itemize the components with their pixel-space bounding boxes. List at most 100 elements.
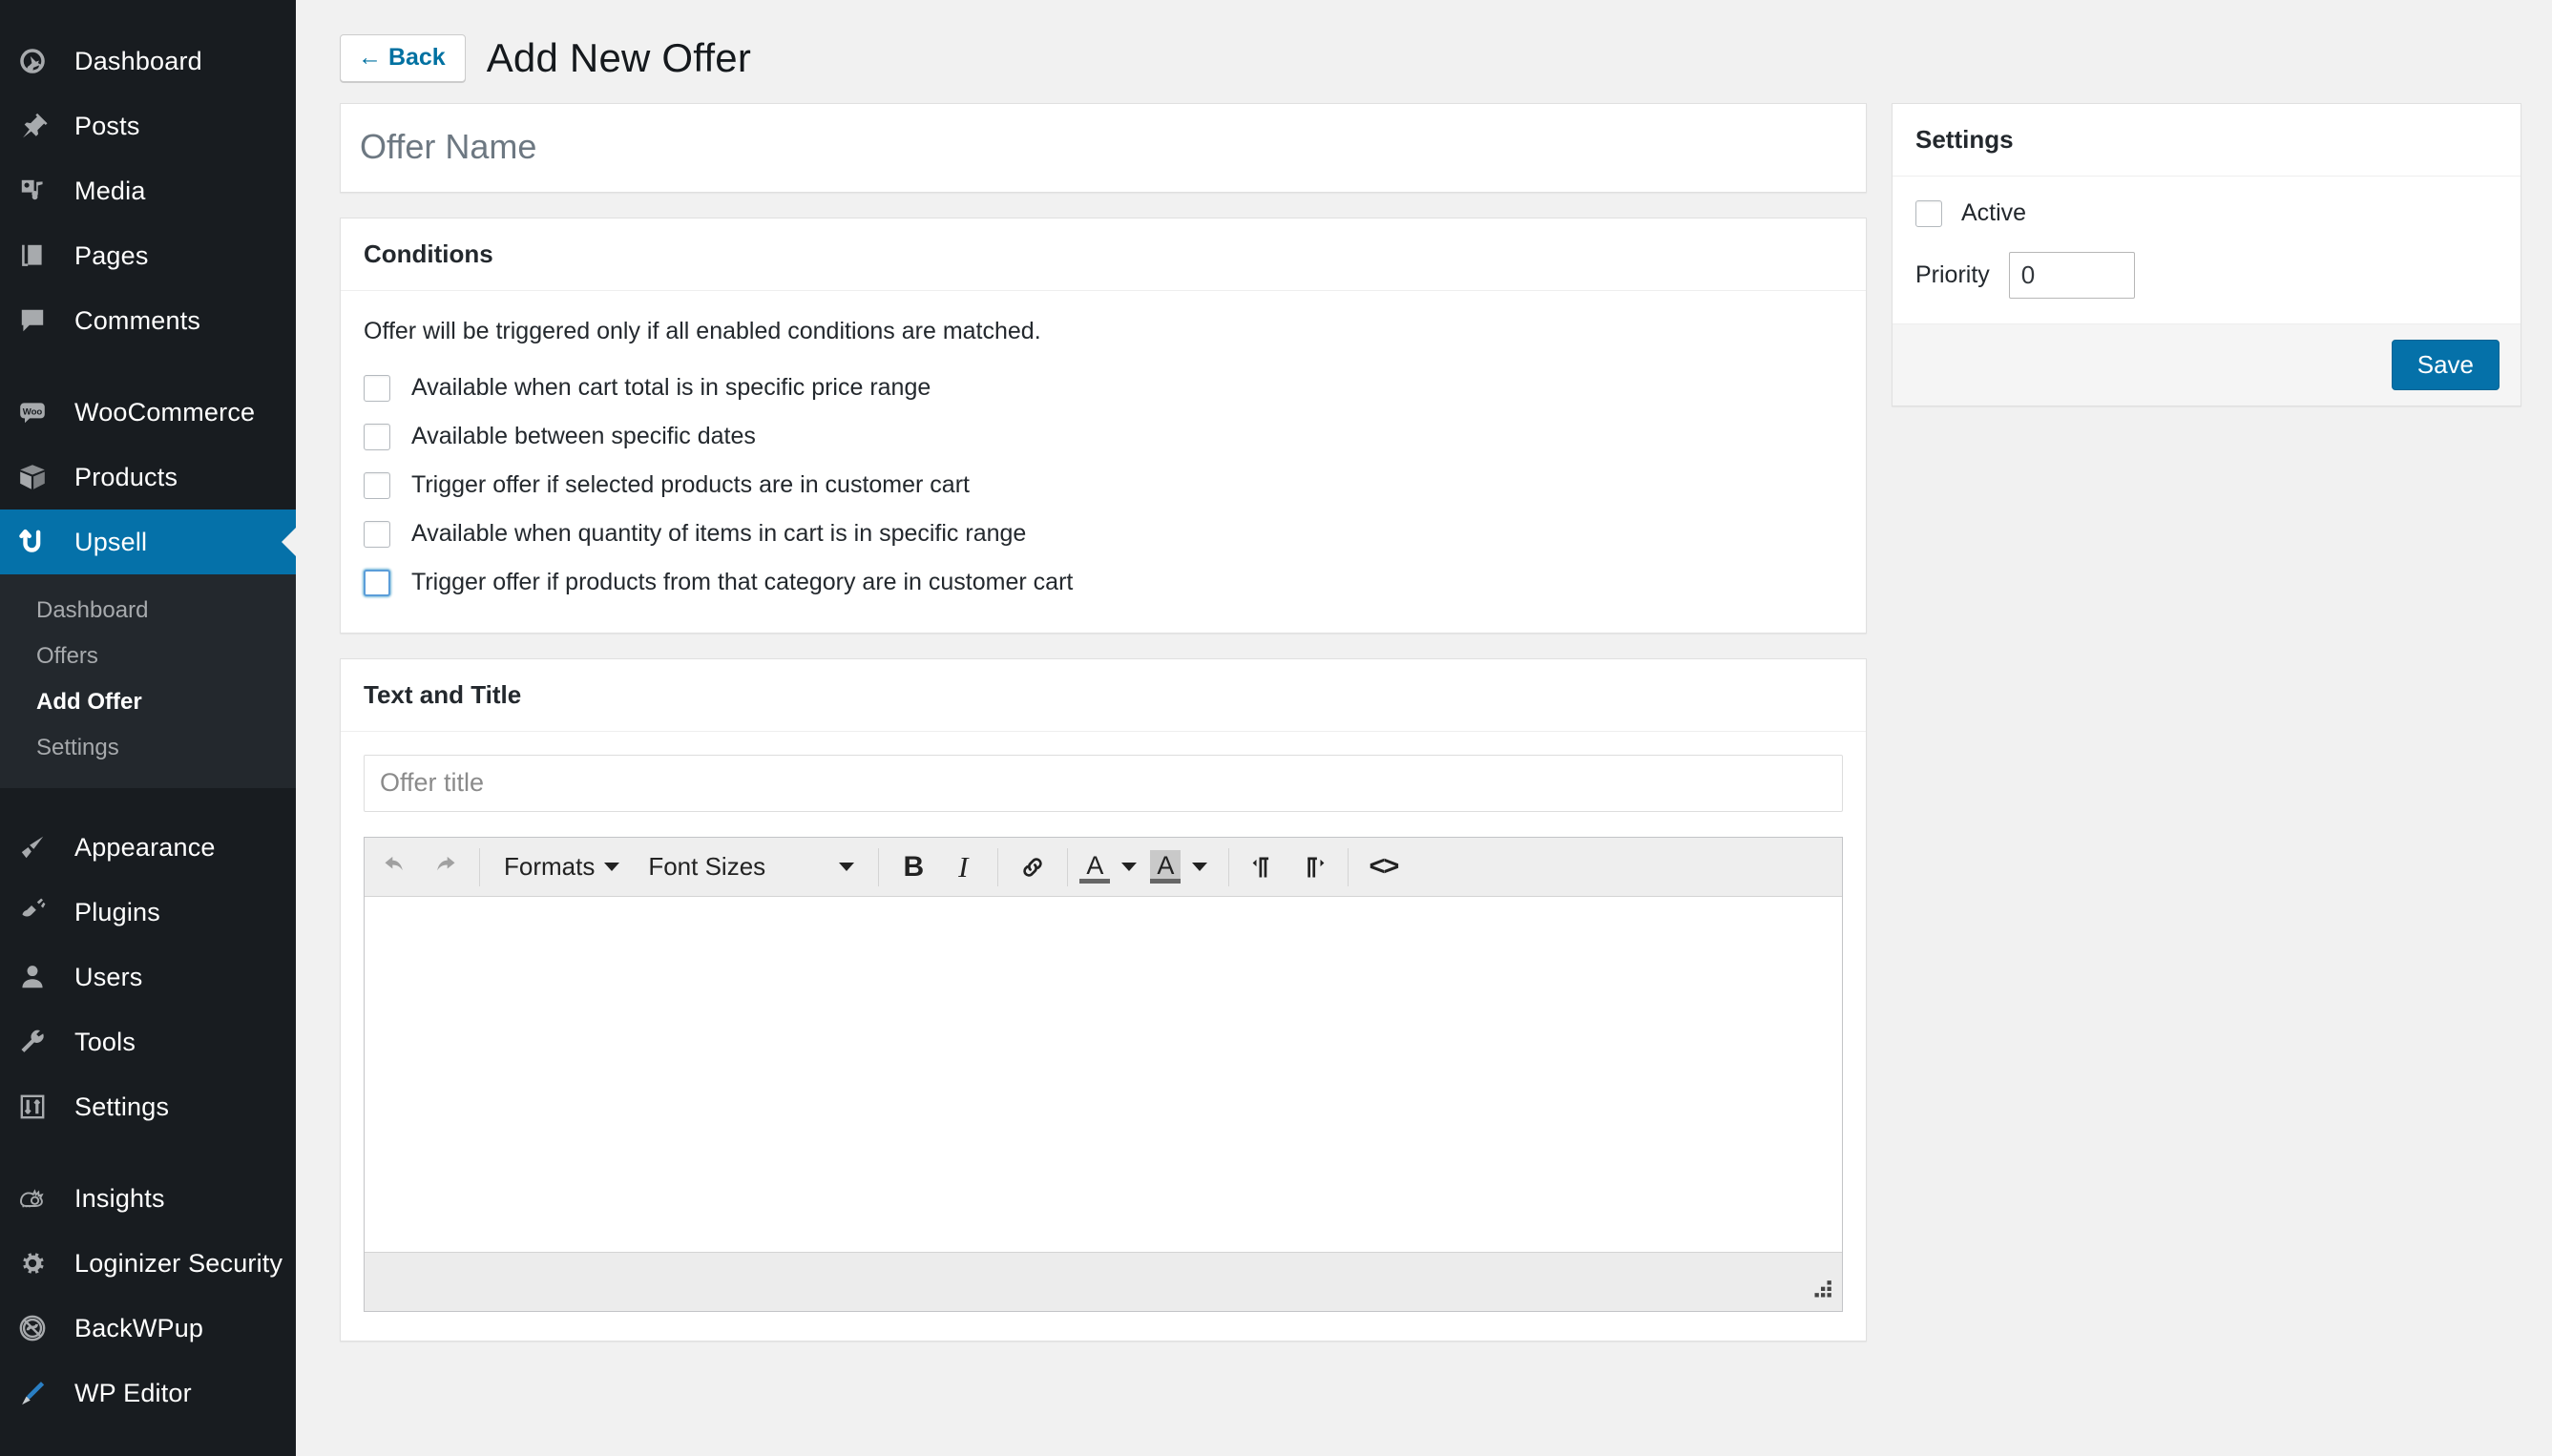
submenu-item-offers[interactable]: Offers <box>0 634 296 679</box>
media-icon <box>17 176 65 206</box>
redo-icon[interactable] <box>423 845 467 889</box>
toolbar-separator <box>1067 847 1069 886</box>
conditions-note: Offer will be triggered only if all enab… <box>364 318 1041 344</box>
sidebar-item-label: Insights <box>74 1183 165 1213</box>
priority-label: Priority <box>1915 261 1990 288</box>
priority-input[interactable] <box>2008 252 2135 299</box>
condition-row-selected-products[interactable]: Trigger offer if selected products are i… <box>364 471 1843 499</box>
sidebar-item-insights[interactable]: Insights <box>0 1166 296 1231</box>
submenu-item-add-offer[interactable]: Add Offer <box>0 679 296 725</box>
sidebar-item-wp-editor[interactable]: WP Editor <box>0 1361 296 1425</box>
condition-row-dates[interactable]: Available between specific dates <box>364 423 1843 450</box>
sliders-icon <box>17 1092 65 1122</box>
text-color-button[interactable]: A <box>1079 850 1146 884</box>
sidebar-group-site: Appearance Plugins Users Tools Settings <box>0 815 296 1139</box>
sidebar-item-label: Users <box>74 962 143 991</box>
sidebar-item-label: Tools <box>74 1027 136 1056</box>
background-color-letter: A <box>1150 849 1182 884</box>
wrench-icon <box>17 1027 65 1057</box>
brush-icon <box>17 832 65 863</box>
editor-resize-handle[interactable] <box>1809 1279 1833 1303</box>
link-icon[interactable] <box>1011 845 1055 889</box>
condition-row-quantity[interactable]: Available when quantity of items in cart… <box>364 520 1843 548</box>
source-code-button[interactable]: <> <box>1361 845 1405 889</box>
sidebar-item-comments[interactable]: Comments <box>0 288 296 353</box>
chevron-down-icon <box>839 863 855 871</box>
sidebar-item-plugins[interactable]: Plugins <box>0 880 296 945</box>
condition-checkbox-dates[interactable] <box>364 423 390 450</box>
condition-row-category[interactable]: Trigger offer if products from that cate… <box>364 569 1843 596</box>
insights-icon <box>17 1183 65 1214</box>
sidebar-item-posts[interactable]: Posts <box>0 94 296 158</box>
sidebar-item-tools[interactable]: Tools <box>0 1009 296 1074</box>
sidebar-item-appearance[interactable]: Appearance <box>0 815 296 880</box>
font-sizes-dropdown[interactable]: Font Sizes <box>637 845 866 889</box>
font-sizes-label: Font Sizes <box>648 852 766 881</box>
content-columns: Conditions Offer will be triggered only … <box>340 103 2521 1366</box>
condition-label: Trigger offer if selected products are i… <box>411 471 970 498</box>
conditions-panel: Conditions Offer will be triggered only … <box>340 218 1867 634</box>
text-color-letter: A <box>1079 850 1111 884</box>
sidebar-group-commerce: Woo WooCommerce Products Upsell <box>0 380 296 574</box>
condition-checkbox-category[interactable] <box>364 569 390 596</box>
background-color-button[interactable]: A <box>1150 849 1217 884</box>
sidebar-item-label: Posts <box>74 111 140 140</box>
admin-screen: Dashboard Posts Media Pages Comments Woo… <box>0 0 2552 1456</box>
conditions-heading: Conditions <box>341 218 1866 291</box>
ltr-icon[interactable] <box>1242 845 1286 889</box>
offer-title-input[interactable] <box>364 755 1843 812</box>
condition-label: Available between specific dates <box>411 423 756 449</box>
sidebar-item-woocommerce[interactable]: Woo WooCommerce <box>0 380 296 445</box>
editor-toolbar: Formats Font Sizes B I A A <> <box>365 838 1842 897</box>
chevron-down-icon[interactable] <box>1192 863 1208 871</box>
sidebar-item-pages[interactable]: Pages <box>0 223 296 288</box>
sidebar-item-label: Appearance <box>74 832 216 862</box>
chevron-down-icon[interactable] <box>1121 863 1138 871</box>
offer-name-input[interactable] <box>341 104 1866 192</box>
formats-dropdown[interactable]: Formats <box>492 845 631 889</box>
sidebar-separator <box>0 353 296 380</box>
pin-icon <box>17 111 65 141</box>
sidebar-item-upsell[interactable]: Upsell <box>0 510 296 574</box>
main-content: ← Back Add New Offer Conditions Offer wi… <box>296 0 2552 1456</box>
rtl-icon[interactable] <box>1291 845 1335 889</box>
sidebar-item-dashboard[interactable]: Dashboard <box>0 29 296 94</box>
submenu-item-settings[interactable]: Settings <box>0 725 296 771</box>
condition-row-cart-total[interactable]: Available when cart total is in specific… <box>364 374 1843 402</box>
settings-column: Settings Active Priority Save <box>1892 103 2521 431</box>
settings-footer: Save <box>1893 323 2521 406</box>
settings-panel: Settings Active Priority Save <box>1892 103 2521 406</box>
sidebar-group-main: Dashboard Posts Media Pages Comments <box>0 29 296 353</box>
condition-checkbox-cart-total[interactable] <box>364 374 390 402</box>
user-icon <box>17 962 65 992</box>
sidebar-item-users[interactable]: Users <box>0 945 296 1009</box>
text-and-title-panel: Text and Title Offer title Formats Font … <box>340 658 1867 1342</box>
sidebar-item-products[interactable]: Products <box>0 445 296 510</box>
condition-label: Trigger offer if products from that cate… <box>411 569 1074 595</box>
sidebar-item-label: WP Editor <box>74 1378 192 1407</box>
undo-icon[interactable] <box>373 845 417 889</box>
sidebar-item-label: Plugins <box>74 897 160 926</box>
italic-button[interactable]: I <box>941 845 985 889</box>
save-button[interactable]: Save <box>2391 340 2500 390</box>
submenu-item-dashboard[interactable]: Dashboard <box>0 588 296 634</box>
sidebar-item-settings[interactable]: Settings <box>0 1074 296 1139</box>
active-row[interactable]: Active <box>1915 199 2498 227</box>
condition-checkbox-quantity[interactable] <box>364 520 390 548</box>
sidebar-item-media[interactable]: Media <box>0 158 296 223</box>
bold-button[interactable]: B <box>891 845 935 889</box>
box-icon <box>17 462 65 492</box>
back-button[interactable]: ← Back <box>340 34 466 82</box>
sidebar-item-label: Media <box>74 176 146 205</box>
toolbar-separator <box>1348 847 1349 886</box>
condition-checkbox-selected-products[interactable] <box>364 471 390 499</box>
toolbar-separator <box>878 847 880 886</box>
admin-sidebar: Dashboard Posts Media Pages Comments Woo… <box>0 0 296 1456</box>
active-checkbox[interactable] <box>1915 199 1942 227</box>
editor-content-area[interactable] <box>365 897 1842 1252</box>
sidebar-item-loginizer-security[interactable]: Loginizer Security <box>0 1231 296 1296</box>
formats-label: Formats <box>504 852 596 881</box>
upsell-arrow-icon <box>17 526 65 558</box>
sidebar-item-backwpup[interactable]: BackWPup <box>0 1296 296 1361</box>
sidebar-item-label: Upsell <box>74 527 148 556</box>
